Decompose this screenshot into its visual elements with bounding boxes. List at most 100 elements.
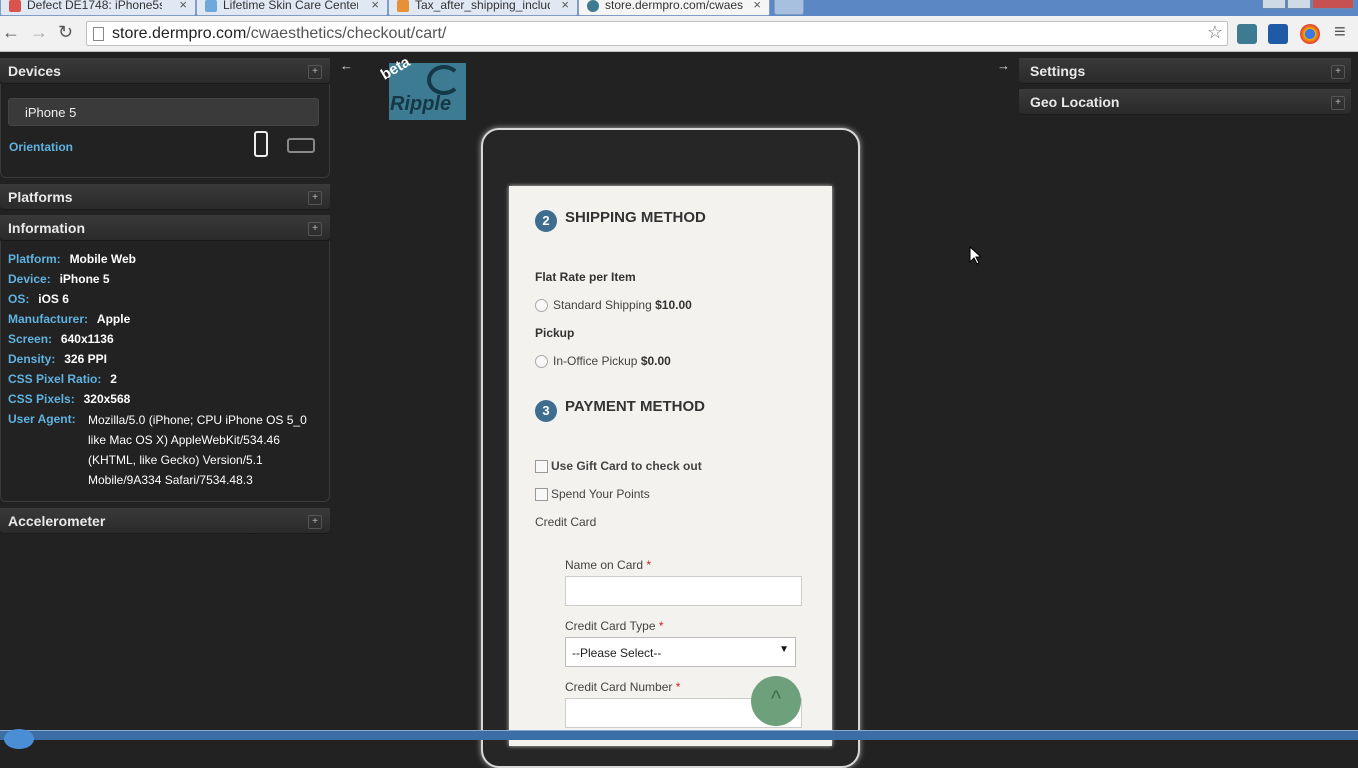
option-label: Standard Shipping (553, 298, 652, 312)
card-number-label: Credit Card Number * (565, 680, 680, 694)
geo-location-title: Geo Location (1030, 94, 1120, 110)
expand-icon[interactable]: + (308, 515, 322, 529)
bookmark-star-icon[interactable]: ☆ (1207, 22, 1223, 43)
user-agent-line: Mobile/9A334 Safari/7534.48.3 (88, 473, 253, 487)
info-row-platform: Platform: Mobile Web (8, 250, 136, 268)
inoffice-pickup-option[interactable]: In-Office Pickup $0.00 (553, 354, 671, 368)
credit-card-label: Credit Card (535, 515, 597, 529)
info-row-user-agent: User Agent: (8, 410, 76, 428)
payment-method-title: PAYMENT METHOD (565, 398, 706, 415)
devices-title: Devices (8, 63, 61, 79)
url-path: /cwaesthetics/checkout/cart/ (246, 25, 447, 42)
new-tab-button[interactable] (774, 0, 804, 15)
close-window-button[interactable] (1312, 0, 1354, 9)
accelerometer-panel-header[interactable]: Accelerometer + (0, 508, 330, 534)
info-key: CSS Pixel Ratio: (8, 372, 102, 386)
gift-card-checkbox[interactable] (535, 460, 548, 473)
address-bar[interactable]: store.dermpro.com/cwaesthetics/checkout/… (86, 21, 1228, 46)
tab-close-icon[interactable]: × (561, 0, 569, 12)
start-button[interactable] (4, 729, 34, 749)
minimize-button[interactable] (1262, 0, 1286, 9)
accelerometer-title: Accelerometer (8, 513, 106, 529)
standard-shipping-radio[interactable] (535, 299, 548, 312)
info-value: Mobile Web (69, 252, 137, 266)
back-icon[interactable]: ← (2, 22, 20, 42)
scroll-to-top-button[interactable]: ^ (751, 676, 801, 726)
menu-icon[interactable]: ≡ (1334, 22, 1346, 42)
tab-close-icon[interactable]: × (179, 0, 187, 12)
info-value: iOS 6 (38, 292, 69, 306)
ripple-logo-text: Ripple (390, 93, 452, 115)
card-type-value: --Please Select-- (572, 646, 662, 660)
portrait-icon[interactable] (254, 131, 268, 157)
gift-card-label[interactable]: Use Gift Card to check out (551, 459, 702, 473)
information-title: Information (8, 220, 85, 236)
step-badge: 3 (535, 400, 557, 422)
collapse-left-icon[interactable]: ← (340, 58, 353, 73)
phone-screen: 2 SHIPPING METHOD Flat Rate per Item Sta… (509, 186, 832, 746)
settings-panel-header[interactable]: Settings + (1019, 58, 1351, 84)
tab-title: Defect DE1748: iPhone5s : (27, 0, 162, 12)
forward-icon[interactable]: → (30, 22, 48, 42)
page-icon (93, 27, 104, 41)
ripple-wave-icon (427, 65, 461, 95)
name-on-card-input[interactable] (565, 576, 802, 606)
info-value: iPhone 5 (59, 272, 110, 286)
device-select[interactable]: iPhone 5 (8, 98, 319, 126)
info-row-device: Device: iPhone 5 (8, 270, 110, 288)
info-value: 326 PPI (64, 352, 107, 366)
info-value: 640x1136 (60, 332, 114, 346)
platforms-title: Platforms (8, 189, 73, 205)
browser-tab-2[interactable]: Lifetime Skin Care Centers × (196, 0, 388, 16)
browser-toolbar: ← → ↻ store.dermpro.com/cwaesthetics/che… (0, 16, 1358, 52)
maximize-button[interactable] (1287, 0, 1311, 9)
info-key: Density: (8, 352, 56, 366)
geo-location-panel-header[interactable]: Geo Location + (1019, 89, 1351, 115)
ripple-extension-icon[interactable] (1237, 24, 1257, 44)
landscape-icon[interactable] (287, 138, 315, 153)
card-type-select[interactable]: --Please Select-- ▼ (565, 637, 796, 667)
url-host: store.dermpro.com (112, 25, 247, 42)
tab-title: store.dermpro.com/cwaes (605, 0, 743, 12)
expand-icon[interactable]: + (308, 65, 322, 79)
field-label-text: Name on Card (565, 558, 644, 572)
info-key: Screen: (8, 332, 53, 346)
extension-icon[interactable] (1268, 24, 1288, 44)
pickup-label: Pickup (535, 326, 575, 340)
user-agent-line: like Mac OS X) AppleWebKit/534.46 (88, 433, 280, 447)
url-text: store.dermpro.com/cwaesthetics/checkout/… (112, 25, 446, 43)
expand-icon[interactable]: + (1331, 96, 1345, 110)
devices-panel-header[interactable]: Devices + (0, 58, 330, 84)
info-value: Apple (96, 312, 131, 326)
tab-strip: Defect DE1748: iPhone5s : × Lifetime Ski… (0, 0, 1358, 16)
required-mark: * (646, 558, 652, 572)
reload-icon[interactable]: ↻ (58, 22, 73, 42)
browser-tab-active[interactable]: store.dermpro.com/cwaes × (578, 0, 770, 16)
info-value: 320x568 (83, 392, 131, 406)
spend-points-label[interactable]: Spend Your Points (551, 487, 650, 501)
expand-icon[interactable]: + (308, 222, 322, 236)
inoffice-pickup-radio[interactable] (535, 355, 548, 368)
orientation-label: Orientation (9, 140, 74, 154)
tab-favicon-icon (205, 0, 217, 12)
option-price: $10.00 (655, 298, 692, 312)
browser-tab-1[interactable]: Defect DE1748: iPhone5s : × (0, 0, 196, 16)
name-on-card-label: Name on Card * (565, 558, 651, 572)
info-key: CSS Pixels: (8, 392, 75, 406)
tab-close-icon[interactable]: × (753, 0, 761, 12)
info-key: OS: (8, 292, 30, 306)
information-panel-header[interactable]: Information + (0, 215, 330, 241)
info-row-css-pixels: CSS Pixels: 320x568 (8, 390, 130, 408)
chrome-extension-icon[interactable] (1300, 24, 1320, 44)
spend-points-checkbox[interactable] (535, 488, 548, 501)
tab-title: Tax_after_shipping_includ (415, 0, 550, 12)
tab-close-icon[interactable]: × (371, 0, 379, 12)
expand-icon[interactable]: + (308, 191, 322, 205)
standard-shipping-option[interactable]: Standard Shipping $10.00 (553, 298, 692, 312)
browser-tab-3[interactable]: Tax_after_shipping_includ × (388, 0, 578, 16)
collapse-right-icon[interactable]: → (997, 58, 1010, 73)
info-row-screen: Screen: 640x1136 (8, 330, 114, 348)
expand-icon[interactable]: + (1331, 65, 1345, 79)
platforms-panel-header[interactable]: Platforms + (0, 184, 330, 210)
info-row-pixel-ratio: CSS Pixel Ratio: 2 (8, 370, 117, 388)
